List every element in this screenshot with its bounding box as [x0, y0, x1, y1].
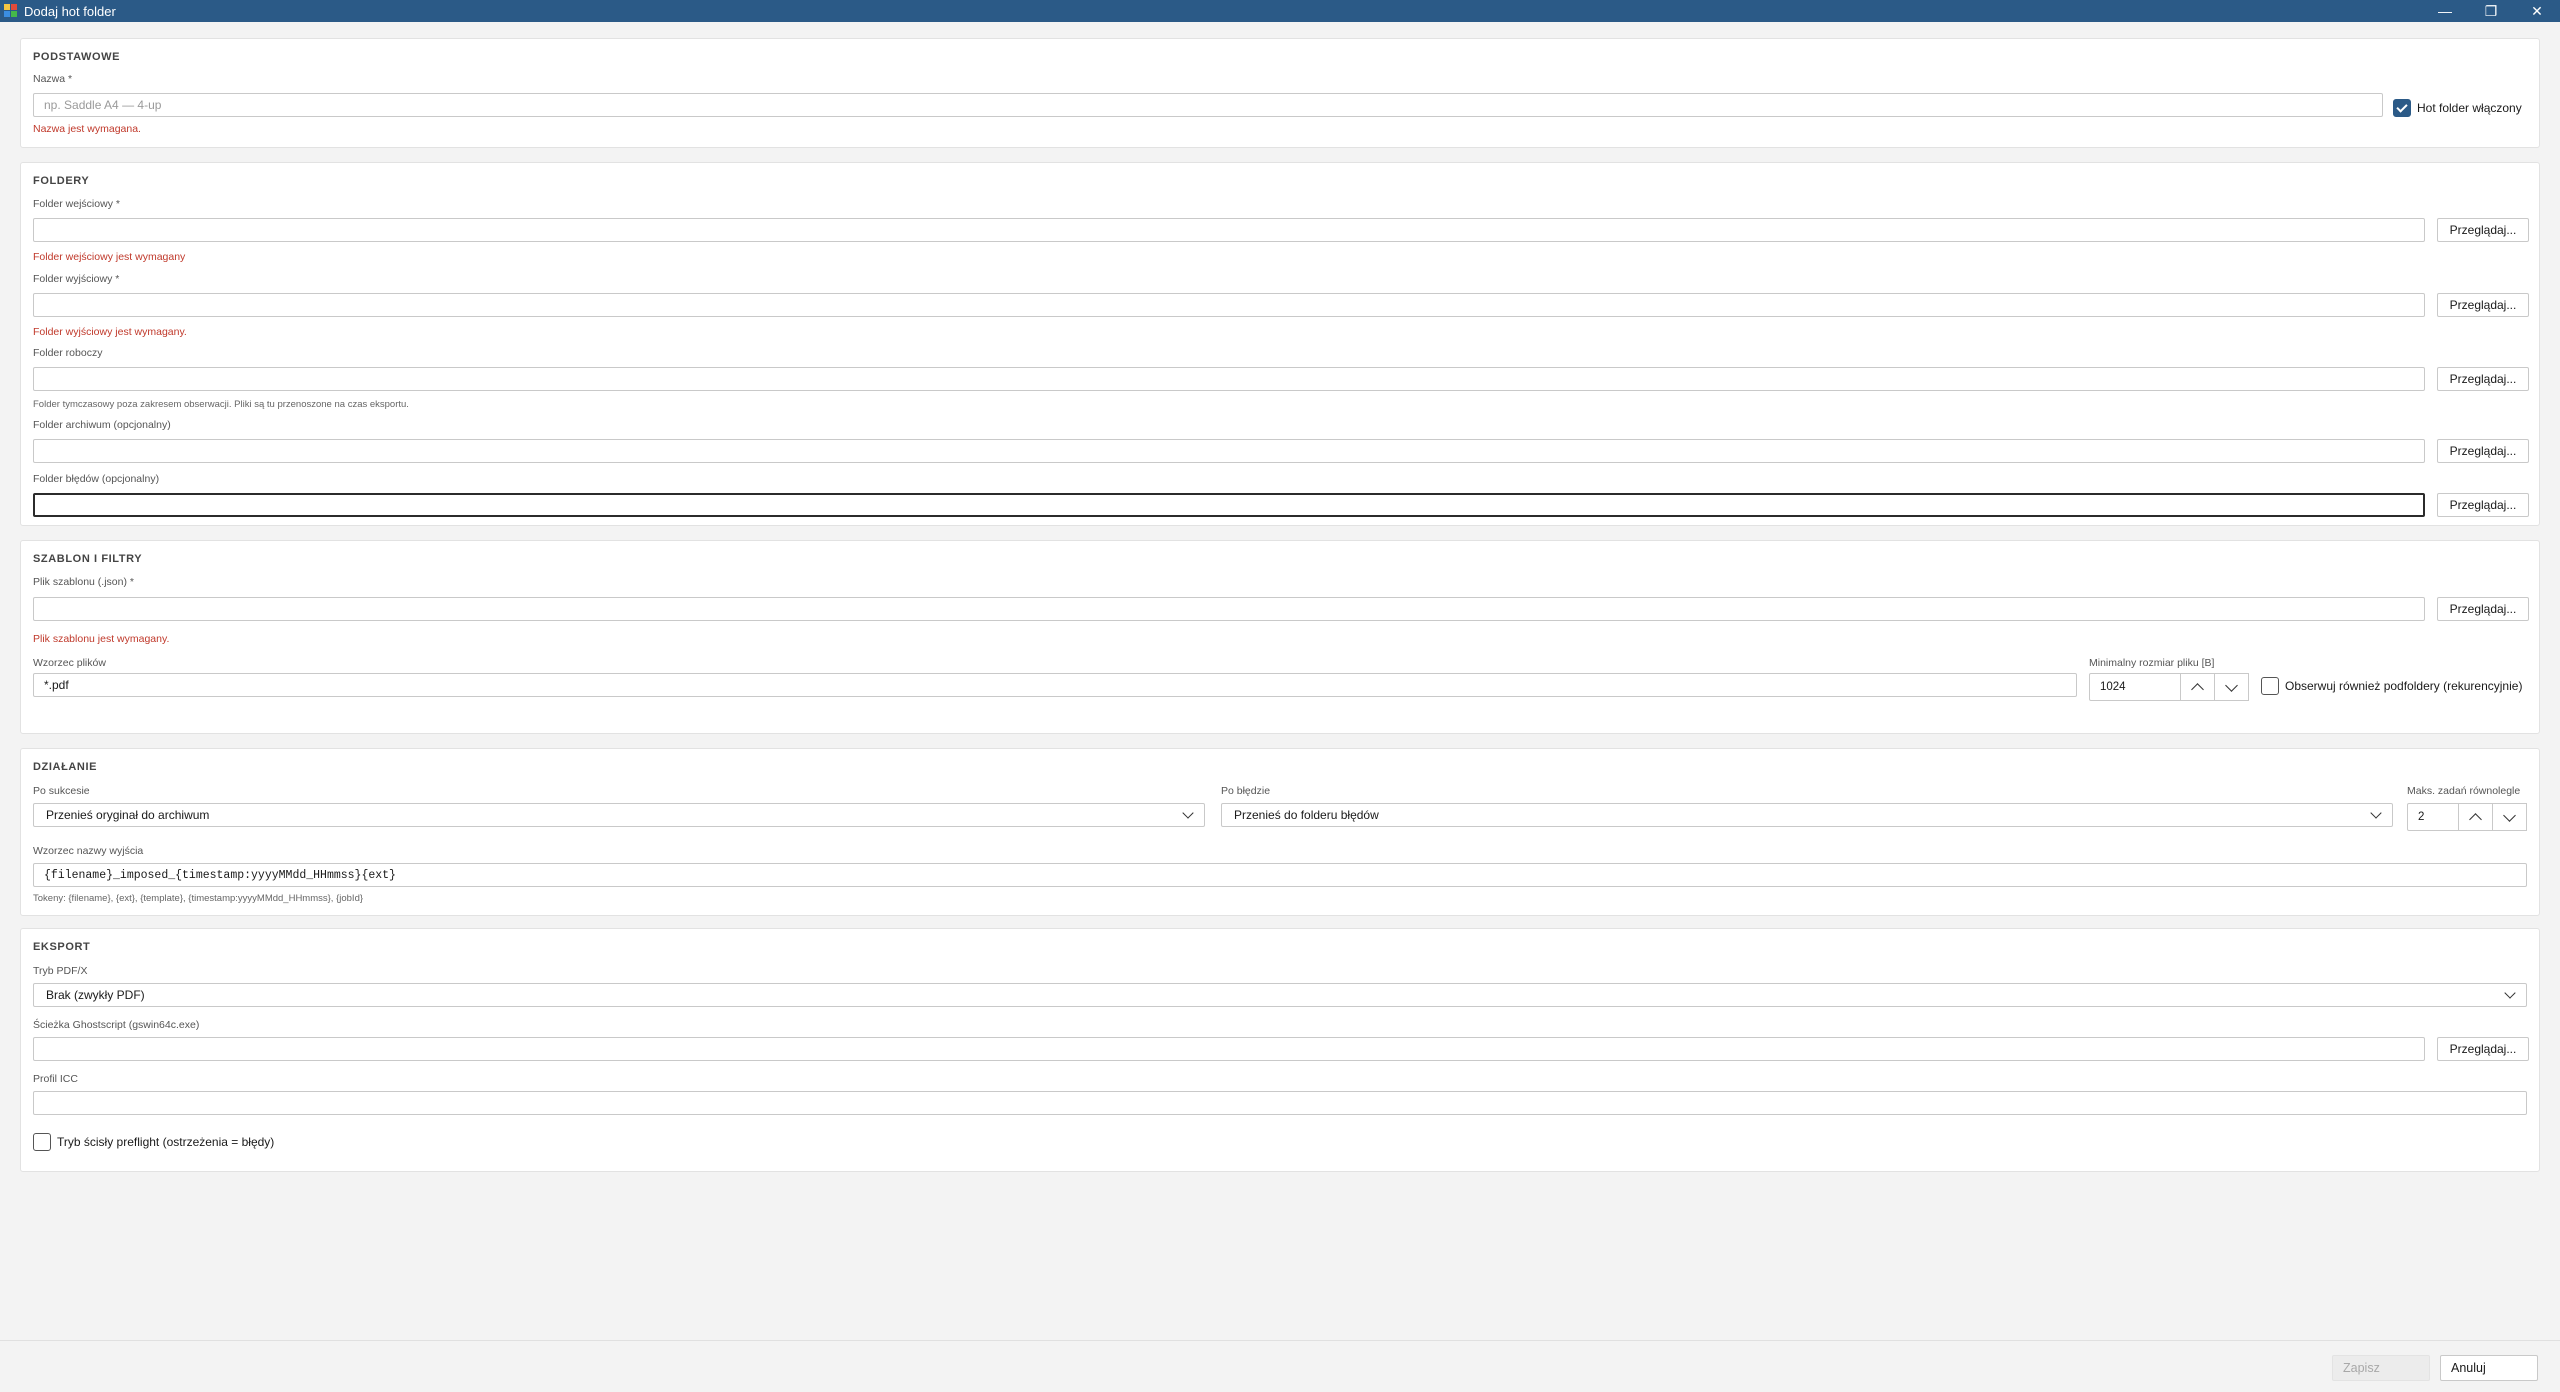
recursive-label: Obserwuj również podfoldery (rekurencyjn…	[2285, 679, 2523, 693]
strict-preflight-checkbox[interactable]: Tryb ścisły preflight (ostrzeżenia = błę…	[33, 1133, 274, 1151]
name-error: Nazwa jest wymagana.	[33, 123, 141, 135]
output-folder-field[interactable]	[33, 293, 2425, 317]
chevron-up-icon	[2191, 682, 2204, 696]
max-parallel-decrement-button[interactable]	[2493, 803, 2527, 831]
input-folder-label: Folder wejściowy *	[33, 198, 120, 210]
max-parallel-increment-button[interactable]	[2459, 803, 2493, 831]
enabled-label: Hot folder włączony	[2417, 101, 2522, 115]
on-success-select[interactable]: Przenieś oryginał do archiwum	[33, 803, 1205, 827]
on-error-label: Po błędzie	[1221, 785, 1271, 797]
enabled-checkbox[interactable]: Hot folder włączony	[2393, 99, 2522, 117]
tokens-hint: Tokeny: {filename}, {ext}, {template}, {…	[33, 893, 364, 904]
work-folder-field[interactable]	[33, 367, 2425, 391]
browse-output-folder-button[interactable]: Przeglądaj...	[2437, 293, 2529, 317]
work-folder-label: Folder roboczy	[33, 347, 103, 359]
section-action: DZIAŁANIE Po sukcesie Przenieś oryginał …	[20, 748, 2540, 916]
icc-profile-label: Profil ICC	[33, 1073, 78, 1085]
pdfx-mode-value: Brak (zwykły PDF)	[46, 988, 145, 1002]
icc-profile-field[interactable]	[33, 1091, 2527, 1115]
min-size-label: Minimalny rozmiar pliku [B]	[2089, 657, 2215, 669]
checkbox-unchecked-icon	[2261, 677, 2279, 695]
browse-errors-folder-button[interactable]: Przeglądaj...	[2437, 493, 2529, 517]
archive-folder-label: Folder archiwum (opcjonalny)	[33, 419, 171, 431]
chevron-down-icon	[2504, 987, 2516, 999]
work-folder-hint: Folder tymczasowy poza zakresem obserwac…	[33, 399, 409, 410]
on-success-value: Przenieś oryginał do archiwum	[46, 808, 210, 822]
minimize-icon: —	[2438, 3, 2452, 19]
min-size-value[interactable]: 1024	[2089, 673, 2181, 701]
dialog-content: PODSTAWOWE Nazwa * np. Saddle A4 — 4-up …	[0, 22, 2560, 1340]
section-title-basic: PODSTAWOWE	[33, 51, 121, 63]
maximize-button[interactable]: ❐	[2468, 0, 2514, 22]
chevron-down-icon	[2370, 807, 2382, 819]
pdfx-mode-label: Tryb PDF/X	[33, 965, 88, 977]
template-file-error: Plik szablonu jest wymagany.	[33, 633, 170, 645]
section-title-folders: FOLDERY	[33, 175, 90, 187]
browse-input-folder-button[interactable]: Przeglądaj...	[2437, 218, 2529, 242]
template-file-field[interactable]	[33, 597, 2425, 621]
recursive-checkbox[interactable]: Obserwuj również podfoldery (rekurencyjn…	[2261, 677, 2522, 695]
name-placeholder: np. Saddle A4 — 4-up	[44, 98, 162, 112]
checkbox-unchecked-icon	[33, 1133, 51, 1151]
file-pattern-label: Wzorzec plików	[33, 657, 106, 669]
name-input[interactable]: np. Saddle A4 — 4-up	[33, 93, 2383, 117]
name-label: Nazwa *	[33, 73, 73, 85]
close-button[interactable]: ✕	[2514, 0, 2560, 22]
min-size-stepper: 1024	[2089, 673, 2249, 701]
maximize-icon: ❐	[2484, 2, 2498, 19]
chevron-down-icon	[2225, 678, 2238, 692]
output-folder-label: Folder wyjściowy *	[33, 273, 120, 285]
title-bar: Dodaj hot folder — ❐ ✕	[0, 0, 2560, 22]
naming-pattern-label: Wzorzec nazwy wyjścia	[33, 845, 144, 857]
input-folder-error: Folder wejściowy jest wymagany	[33, 251, 186, 263]
on-success-label: Po sukcesie	[33, 785, 90, 797]
section-title-action: DZIAŁANIE	[33, 761, 98, 773]
section-export: EKSPORT Tryb PDF/X Brak (zwykły PDF) Ści…	[20, 928, 2540, 1172]
browse-archive-folder-button[interactable]: Przeglądaj...	[2437, 439, 2529, 463]
strict-preflight-label: Tryb ścisły preflight (ostrzeżenia = błę…	[57, 1135, 275, 1149]
on-error-select[interactable]: Przenieś do folderu błędów	[1221, 803, 2393, 827]
section-title-export: EKSPORT	[33, 941, 91, 953]
max-parallel-stepper: 2	[2407, 803, 2527, 831]
close-icon: ✕	[2531, 2, 2543, 19]
max-parallel-label: Maks. zadań równolegle	[2407, 785, 2521, 797]
browse-ghostscript-button[interactable]: Przeglądaj...	[2437, 1037, 2529, 1061]
min-size-increment-button[interactable]	[2181, 673, 2215, 701]
dialog-footer: Zapisz Anuluj	[0, 1340, 2560, 1392]
browse-template-button[interactable]: Przeglądaj...	[2437, 597, 2529, 621]
checkbox-checked-icon	[2393, 99, 2411, 117]
ghostscript-path-label: Ścieżka Ghostscript (gswin64c.exe)	[33, 1019, 200, 1031]
section-basic: PODSTAWOWE Nazwa * np. Saddle A4 — 4-up …	[20, 38, 2540, 148]
cancel-button[interactable]: Anuluj	[2440, 1355, 2538, 1381]
section-title-template: SZABLON I FILTRY	[33, 553, 143, 565]
template-file-label: Plik szablonu (.json) *	[33, 576, 134, 588]
chevron-down-icon	[2503, 808, 2516, 822]
min-size-decrement-button[interactable]	[2215, 673, 2249, 701]
input-folder-field[interactable]	[33, 218, 2425, 242]
errors-folder-field[interactable]	[33, 493, 2425, 517]
browse-work-folder-button[interactable]: Przeglądaj...	[2437, 367, 2529, 391]
file-pattern-input[interactable]: *.pdf	[33, 673, 2077, 697]
on-error-value: Przenieś do folderu błędów	[1234, 808, 1379, 822]
naming-pattern-input[interactable]: {filename}_imposed_{timestamp:yyyyMMdd_H…	[33, 863, 2527, 887]
chevron-up-icon	[2469, 812, 2482, 826]
archive-folder-field[interactable]	[33, 439, 2425, 463]
section-template: SZABLON I FILTRY Plik szablonu (.json) *…	[20, 540, 2540, 734]
output-folder-error: Folder wyjściowy jest wymagany.	[33, 326, 187, 338]
max-parallel-value[interactable]: 2	[2407, 803, 2459, 831]
save-button[interactable]: Zapisz	[2332, 1355, 2430, 1381]
chevron-down-icon	[1182, 807, 1194, 819]
pdfx-mode-select[interactable]: Brak (zwykły PDF)	[33, 983, 2527, 1007]
ghostscript-path-field[interactable]	[33, 1037, 2425, 1061]
window-title: Dodaj hot folder	[24, 3, 116, 19]
section-folders: FOLDERY Folder wejściowy * Przeglądaj...…	[20, 162, 2540, 526]
minimize-button[interactable]: —	[2422, 0, 2468, 22]
errors-folder-label: Folder błędów (opcjonalny)	[33, 473, 160, 485]
app-icon	[4, 4, 18, 18]
